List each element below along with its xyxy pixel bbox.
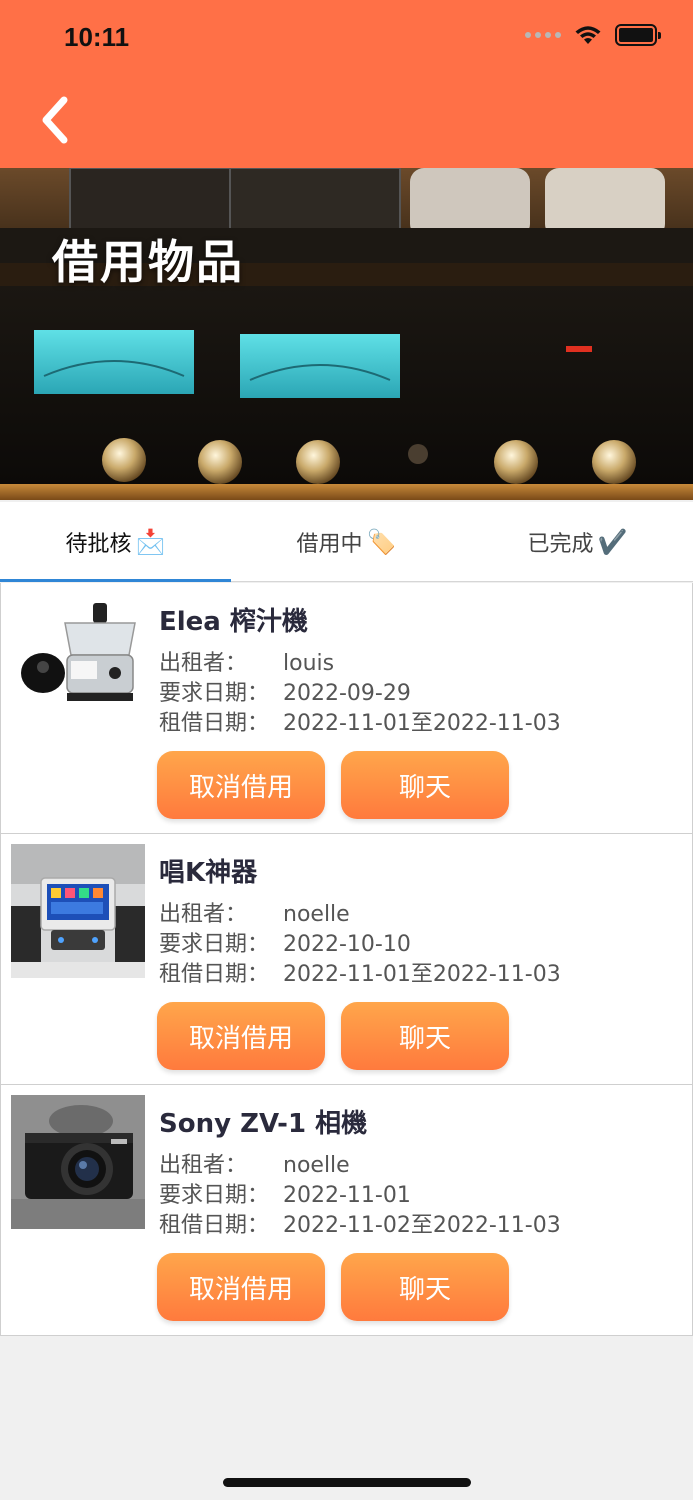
item-name: 唱K神器 [159,858,258,888]
list-item: Elea 榨汁機 出租者： louis 要求日期： 2022-09-29 租借日期：… [0,583,693,834]
request-date-value: 2022-10-10 [283,932,411,957]
amplifier-image [0,168,693,500]
juicer-image [11,593,145,727]
request-date-row: 要求日期： 2022-09-29 [159,675,411,707]
item-name: Sony ZV-1 相機 [159,1109,368,1139]
rent-date-label: 租借日期： [159,1213,270,1238]
battery-icon [615,24,661,46]
chat-button[interactable]: 聊天 [341,751,509,819]
list-item: Sony ZV-1 相機 出租者： noelle 要求日期： 2022-11-01 … [0,1085,693,1336]
rent-date-row: 租借日期： 2022-11-01至2022-11-03 [159,705,561,737]
hero-banner: 借用物品 [0,168,693,500]
camera-image [11,1095,145,1229]
back-button[interactable] [28,86,88,146]
chat-button[interactable]: 聊天 [341,1253,509,1321]
item-thumbnail [11,593,145,727]
tab-label: 借用中 [296,531,363,557]
tab-borrowing[interactable]: 借用中 🏷️ [231,502,462,581]
request-date-value: 2022-11-01 [283,1183,411,1208]
item-name: Elea 榨汁機 [159,607,308,637]
request-date-label: 要求日期： [159,681,270,706]
nav-bar [0,80,693,168]
cancel-borrow-button[interactable]: 取消借用 [157,1253,325,1321]
cancel-borrow-button[interactable]: 取消借用 [157,1002,325,1070]
wifi-icon [575,26,601,44]
request-date-label: 要求日期： [159,1183,270,1208]
check-icon: ✔️ [597,527,628,556]
rent-date-value: 2022-11-01至2022-11-03 [283,711,561,736]
tab-completed[interactable]: 已完成 ✔️ [462,502,693,581]
tab-label: 待批核 [65,531,132,557]
rent-date-value: 2022-11-01至2022-11-03 [283,962,561,987]
cancel-borrow-button[interactable]: 取消借用 [157,751,325,819]
rent-date-value: 2022-11-02至2022-11-03 [283,1213,561,1238]
tab-bar: 待批核 📩 借用中 🏷️ 已完成 ✔️ [0,502,693,582]
tab-pending[interactable]: 待批核 📩 [0,502,231,582]
chat-button[interactable]: 聊天 [341,1002,509,1070]
owner-row: 出租者： noelle [159,896,350,928]
status-time: 10:11 [64,22,130,52]
item-thumbnail [11,1095,145,1229]
owner-value: louis [283,651,335,676]
cellular-signal-icon [525,32,561,38]
rent-date-row: 租借日期： 2022-11-02至2022-11-03 [159,1207,561,1239]
home-indicator [223,1478,471,1487]
owner-value: noelle [283,902,350,927]
tag-icon: 🏷️ [366,527,397,556]
tab-label: 已完成 [527,531,594,557]
borrow-list: Elea 榨汁機 出租者： louis 要求日期： 2022-09-29 租借日期：… [0,583,693,1336]
owner-row: 出租者： louis [159,645,334,677]
karaoke-machine-image [11,844,145,978]
owner-label: 出租者： [159,1153,248,1178]
status-icons [525,24,661,46]
item-thumbnail [11,844,145,978]
status-bar: 10:11 [0,0,693,80]
page-title: 借用物品 [52,235,244,289]
request-date-row: 要求日期： 2022-11-01 [159,1177,411,1209]
chevron-left-icon [42,96,68,144]
request-date-row: 要求日期： 2022-10-10 [159,926,411,958]
rent-date-label: 租借日期： [159,711,270,736]
envelope-icon: 📩 [135,527,166,556]
owner-label: 出租者： [159,651,248,676]
rent-date-row: 租借日期： 2022-11-01至2022-11-03 [159,956,561,988]
owner-value: noelle [283,1153,350,1178]
list-item: 唱K神器 出租者： noelle 要求日期： 2022-10-10 租借日期： 202… [0,834,693,1085]
rent-date-label: 租借日期： [159,962,270,987]
request-date-value: 2022-09-29 [283,681,411,706]
request-date-label: 要求日期： [159,932,270,957]
owner-row: 出租者： noelle [159,1147,350,1179]
owner-label: 出租者： [159,902,248,927]
